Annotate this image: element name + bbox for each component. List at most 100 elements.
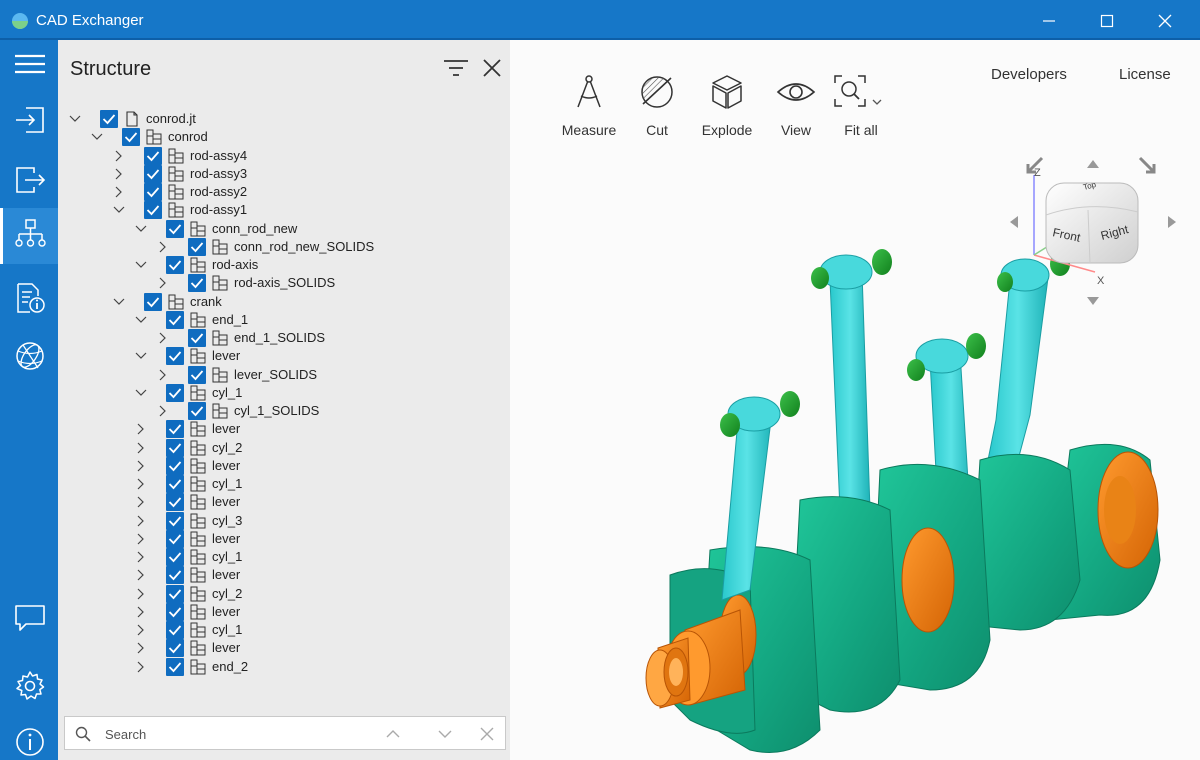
- visibility-checkbox[interactable]: [166, 602, 184, 621]
- tree-node[interactable]: lever: [58, 456, 510, 475]
- chevron-right-icon[interactable]: [134, 477, 148, 491]
- chevron-right-icon[interactable]: [134, 568, 148, 582]
- tree-node[interactable]: cyl_3: [58, 511, 510, 530]
- crankshaft-model[interactable]: Top Front Right X Z: [510, 40, 1200, 760]
- search-prev-button[interactable]: [385, 726, 401, 742]
- tree-node[interactable]: cyl_1: [58, 621, 510, 639]
- visibility-checkbox[interactable]: [122, 128, 140, 147]
- chevron-down-icon[interactable]: [134, 258, 148, 272]
- chevron-down-icon[interactable]: [134, 313, 148, 327]
- visibility-checkbox[interactable]: [144, 164, 162, 183]
- import-button[interactable]: [0, 94, 58, 144]
- chevron-down-icon[interactable]: [112, 295, 126, 309]
- chevron-down-icon[interactable]: [68, 112, 82, 126]
- tree-node[interactable]: lever: [58, 420, 510, 439]
- rotate-up-arrow-icon[interactable]: [1087, 160, 1099, 168]
- tree-node[interactable]: end_2: [58, 657, 510, 676]
- structure-button[interactable]: [0, 208, 58, 264]
- menu-button[interactable]: [0, 40, 58, 90]
- visibility-checkbox[interactable]: [166, 639, 184, 658]
- visibility-checkbox[interactable]: [166, 511, 184, 530]
- maximize-button[interactable]: [1084, 6, 1130, 36]
- visibility-checkbox[interactable]: [144, 146, 162, 165]
- tree-node[interactable]: rod-assy1: [58, 201, 510, 220]
- visibility-checkbox[interactable]: [166, 529, 184, 548]
- tree-node[interactable]: lever: [58, 493, 510, 512]
- visibility-checkbox[interactable]: [166, 383, 184, 402]
- visibility-checkbox[interactable]: [166, 566, 184, 585]
- tree-node[interactable]: end_1_SOLIDS: [58, 329, 510, 347]
- web-button[interactable]: [0, 330, 58, 380]
- chevron-right-icon[interactable]: [156, 331, 170, 345]
- tree-node[interactable]: lever: [58, 347, 510, 366]
- chevron-right-icon[interactable]: [134, 422, 148, 436]
- visibility-checkbox[interactable]: [166, 475, 184, 493]
- tree-node[interactable]: cyl_2: [58, 584, 510, 603]
- chevron-down-icon[interactable]: [134, 386, 148, 400]
- tree-node[interactable]: lever_SOLIDS: [58, 365, 510, 384]
- minimize-button[interactable]: [1026, 6, 1072, 36]
- search-input[interactable]: [105, 724, 365, 744]
- visibility-checkbox[interactable]: [166, 657, 184, 676]
- tree-node[interactable]: rod-assy3: [58, 164, 510, 183]
- tree-node[interactable]: rod-assy2: [58, 183, 510, 201]
- filter-button[interactable]: [442, 56, 470, 80]
- feedback-button[interactable]: [0, 592, 58, 642]
- chevron-right-icon[interactable]: [156, 240, 170, 254]
- tree-node[interactable]: rod-assy4: [58, 146, 510, 165]
- chevron-right-icon[interactable]: [156, 404, 170, 418]
- chevron-right-icon[interactable]: [134, 641, 148, 655]
- connecting-rod-4[interactable]: [987, 252, 1070, 461]
- properties-button[interactable]: [0, 272, 58, 322]
- about-button[interactable]: [0, 716, 58, 760]
- chevron-right-icon[interactable]: [134, 605, 148, 619]
- visibility-checkbox[interactable]: [166, 219, 184, 238]
- tree-node[interactable]: end_1: [58, 310, 510, 329]
- chevron-right-icon[interactable]: [112, 185, 126, 199]
- chevron-right-icon[interactable]: [134, 441, 148, 455]
- chevron-right-icon[interactable]: [134, 550, 148, 564]
- close-panel-button[interactable]: [480, 56, 504, 80]
- tree-node[interactable]: lever: [58, 529, 510, 548]
- tree-node[interactable]: rod-axis: [58, 256, 510, 274]
- close-window-button[interactable]: [1142, 6, 1188, 36]
- tree-node[interactable]: conn_rod_new: [58, 219, 510, 238]
- tree-node[interactable]: conrod.jt: [58, 110, 510, 128]
- chevron-right-icon[interactable]: [134, 514, 148, 528]
- tree-node[interactable]: cyl_1: [58, 383, 510, 402]
- tree-node[interactable]: rod-axis_SOLIDS: [58, 274, 510, 293]
- chevron-down-icon[interactable]: [90, 130, 104, 144]
- chevron-right-icon[interactable]: [112, 149, 126, 163]
- visibility-checkbox[interactable]: [166, 456, 184, 475]
- tree-node[interactable]: lever: [58, 566, 510, 585]
- tree-node[interactable]: cyl_1: [58, 475, 510, 493]
- tree-node[interactable]: crank: [58, 292, 510, 311]
- roll-right-arrow-icon[interactable]: [1138, 156, 1156, 174]
- export-button[interactable]: [0, 154, 58, 204]
- 3d-viewport[interactable]: Measure Cut Explode View Fit all Develop…: [510, 40, 1200, 760]
- tree-node[interactable]: cyl_2: [58, 438, 510, 457]
- tree-node[interactable]: conrod: [58, 128, 510, 147]
- chevron-down-icon[interactable]: [134, 222, 148, 236]
- chevron-down-icon[interactable]: [134, 349, 148, 363]
- tree-node[interactable]: conn_rod_new_SOLIDS: [58, 237, 510, 256]
- visibility-checkbox[interactable]: [188, 237, 206, 256]
- chevron-right-icon[interactable]: [134, 660, 148, 674]
- tree-node[interactable]: lever: [58, 602, 510, 621]
- tree-node[interactable]: cyl_1_SOLIDS: [58, 402, 510, 420]
- visibility-checkbox[interactable]: [100, 110, 118, 128]
- visibility-checkbox[interactable]: [166, 256, 184, 274]
- tree-node[interactable]: cyl_1: [58, 548, 510, 566]
- chevron-right-icon[interactable]: [134, 623, 148, 637]
- visibility-checkbox[interactable]: [166, 584, 184, 603]
- visibility-checkbox[interactable]: [166, 621, 184, 639]
- visibility-checkbox[interactable]: [166, 548, 184, 566]
- chevron-right-icon[interactable]: [134, 587, 148, 601]
- visibility-checkbox[interactable]: [188, 274, 206, 293]
- chevron-right-icon[interactable]: [134, 495, 148, 509]
- visibility-checkbox[interactable]: [188, 329, 206, 347]
- visibility-checkbox[interactable]: [166, 438, 184, 457]
- chevron-right-icon[interactable]: [156, 368, 170, 382]
- visibility-checkbox[interactable]: [144, 183, 162, 201]
- search-clear-button[interactable]: [479, 726, 495, 742]
